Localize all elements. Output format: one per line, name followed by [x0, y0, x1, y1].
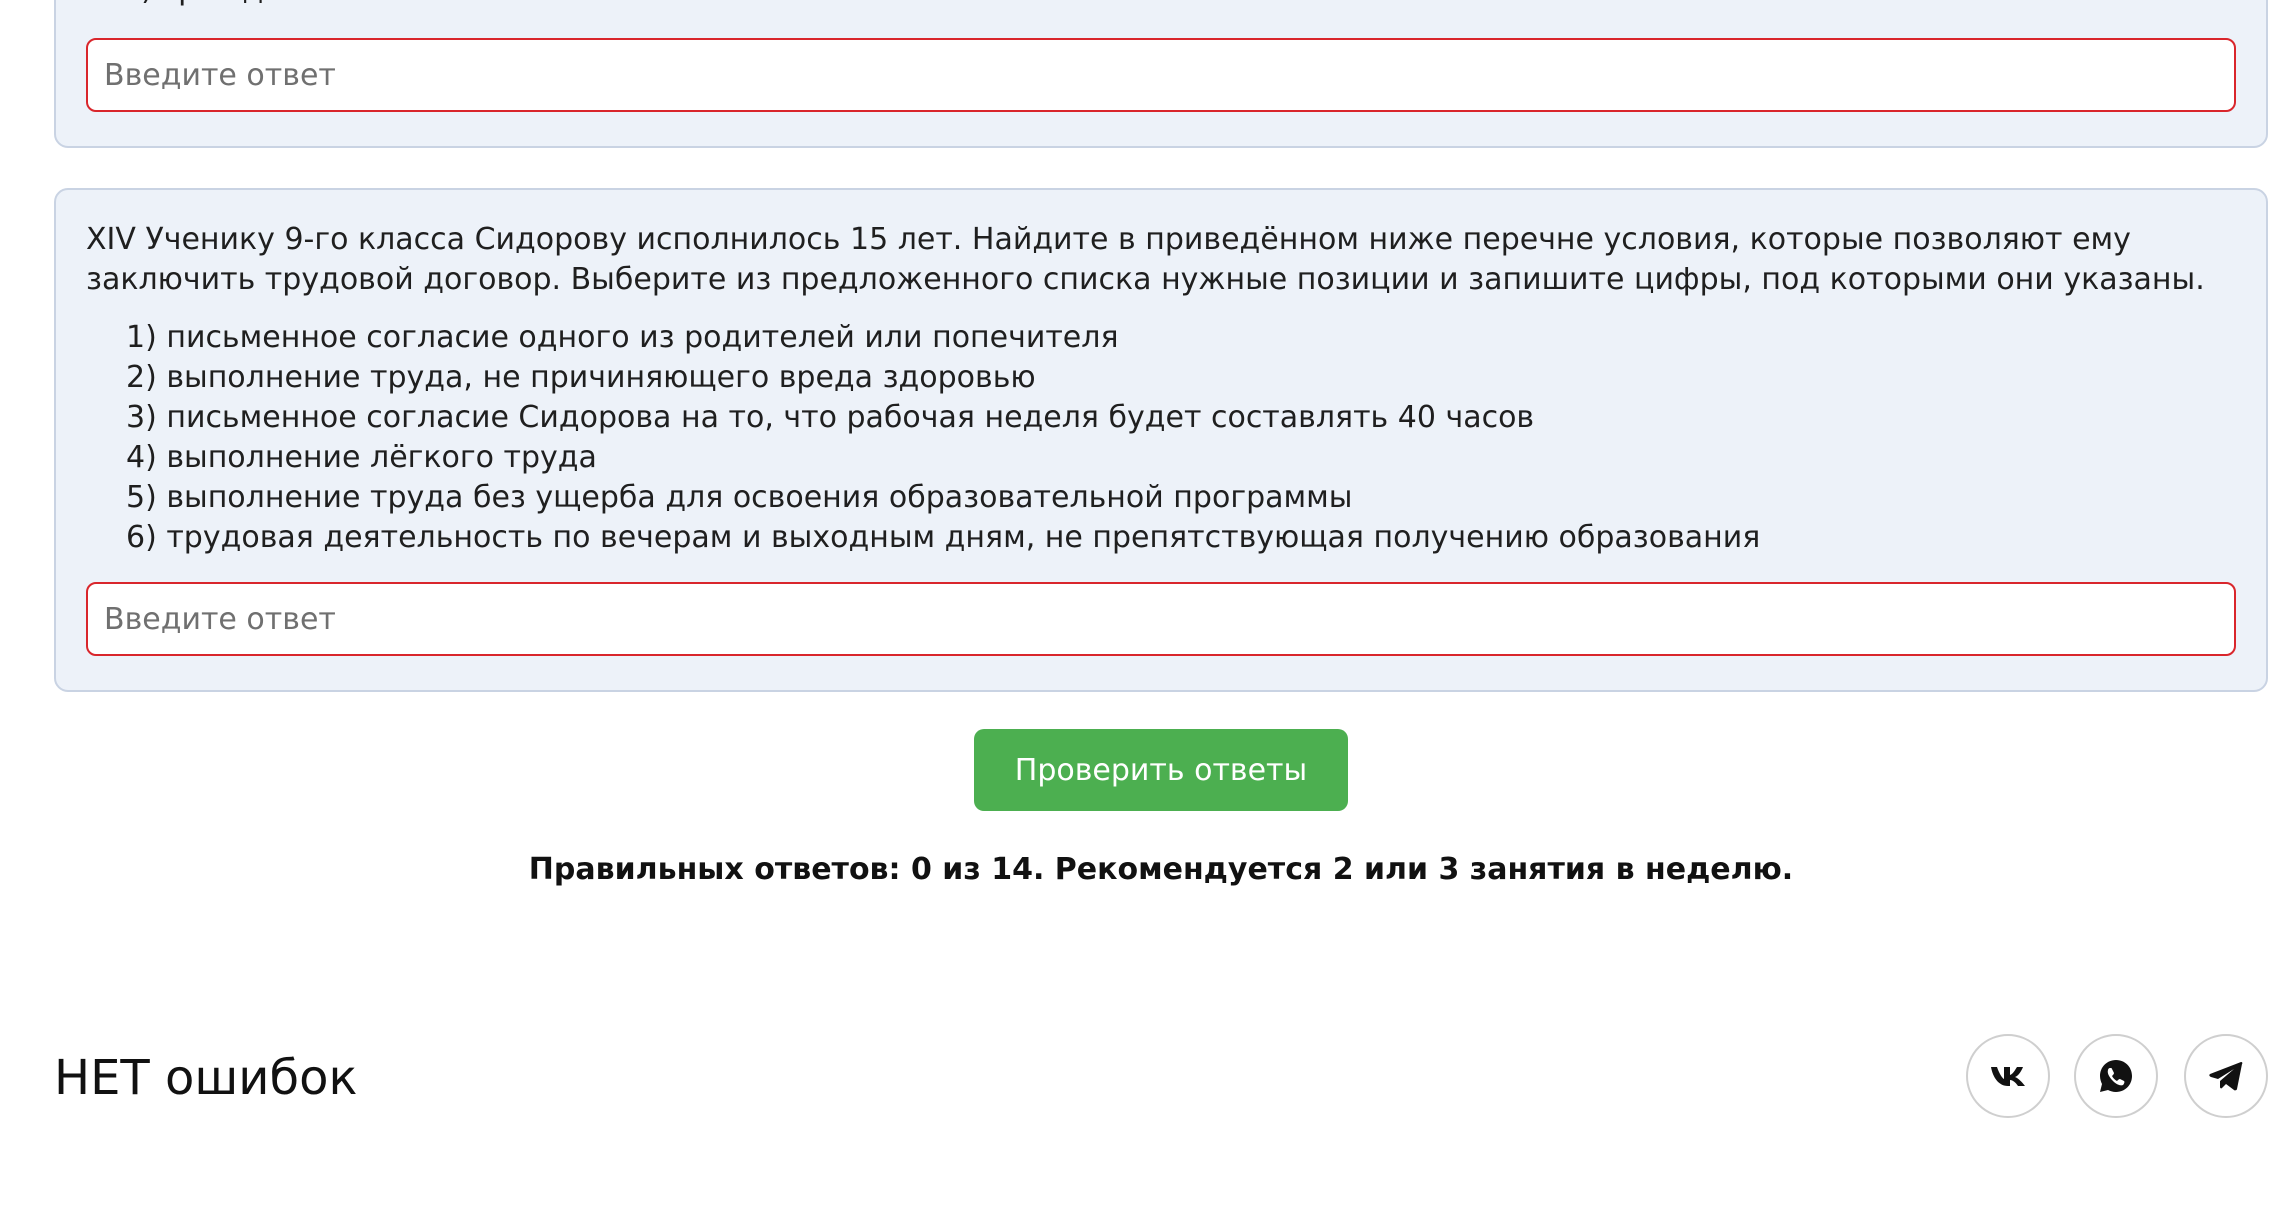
answer-input-previous[interactable]: [86, 38, 2236, 112]
option-item: 3) письменное согласие Сидорова на то, ч…: [126, 400, 1535, 435]
question-card-previous: [54, 0, 2268, 148]
option-cut-text: 4) гражданское.: [122, 0, 382, 10]
option-item: 2) выполнение труда, не причиняющего вре…: [126, 360, 1036, 395]
question-text: XIV Ученику 9-го класса Сидорову исполни…: [86, 222, 2205, 297]
result-text: Правильных ответов: 0 из 14. Рекомендует…: [528, 852, 1794, 887]
option-item: 1) письменное согласие одного из родител…: [126, 320, 1119, 355]
answer-input-14[interactable]: [86, 582, 2236, 656]
footer-title: НЕТ ошибок: [54, 1050, 358, 1106]
options-list: 1) письменное согласие одного из родител…: [126, 318, 1760, 558]
question-card-14: XIV Ученику 9-го класса Сидорову исполни…: [54, 188, 2268, 692]
check-answers-button[interactable]: Проверить ответы: [974, 729, 1348, 811]
page: 4) гражданское. XIV Ученику 9-го класса …: [0, 0, 2296, 1220]
option-item: 6) трудовая деятельность по вечерам и вы…: [126, 520, 1761, 555]
option-item: 4) выполнение лёгкого труда: [126, 440, 597, 475]
whatsapp-icon[interactable]: [2074, 1034, 2158, 1118]
option-item: 5) выполнение труда без ущерба для освое…: [126, 480, 1353, 515]
vk-icon[interactable]: [1966, 1034, 2050, 1118]
telegram-icon[interactable]: [2184, 1034, 2268, 1118]
